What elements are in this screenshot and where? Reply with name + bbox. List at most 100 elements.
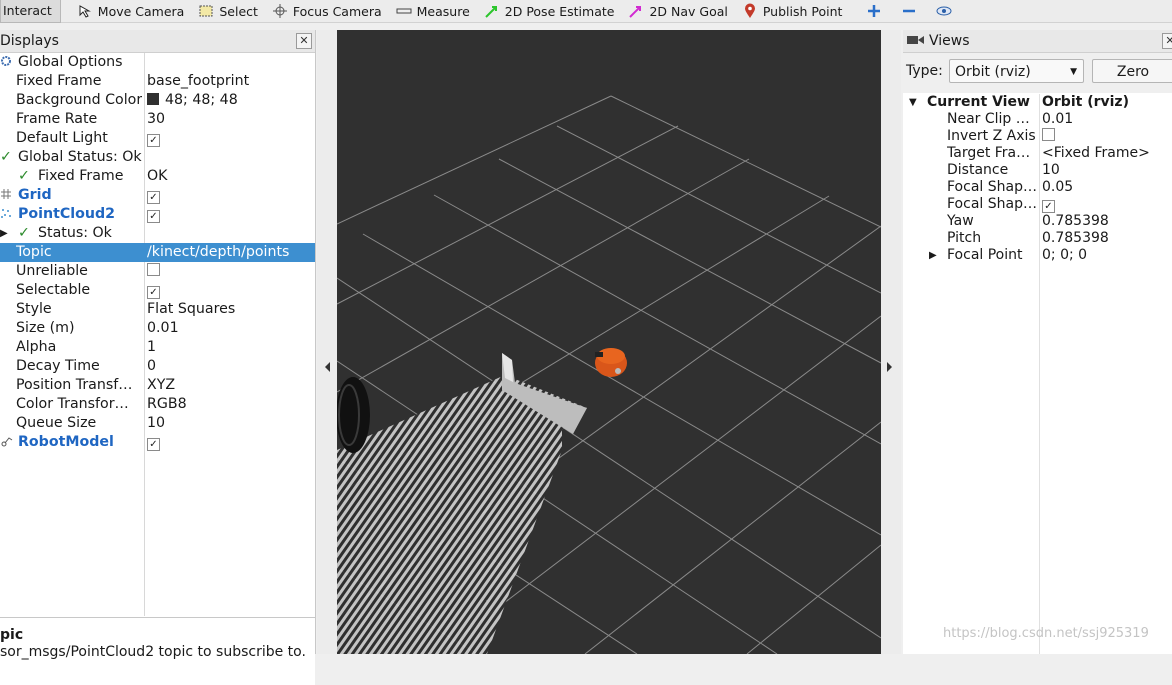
tree-label: Size (m) [16,320,75,336]
topic-value[interactable]: /kinect/depth/points [147,243,289,262]
tree-value[interactable]: 10 [1042,162,1060,179]
tree-value: 48; 48; 48 [165,92,238,108]
add-tool-button[interactable] [860,0,895,22]
view-row-focal-point[interactable]: ▶ Focal Point 0; 0; 0 [903,247,1172,264]
wheel-object [337,377,370,453]
measure-button[interactable]: Measure [390,0,478,22]
view-type-value: Orbit (rviz) [955,64,1031,80]
tree-value[interactable]: 10 [147,414,165,433]
tree-row-unreliable[interactable]: Unreliable [0,262,315,281]
tree-row-robotmodel[interactable]: RobotModel ✓ [0,433,315,452]
tree-row-selectable[interactable]: Selectable ✓ [0,281,315,300]
gear-icon [0,53,12,72]
robotmodel-enable-checkbox[interactable]: ✓ [147,433,160,452]
tree-value[interactable]: XYZ [147,376,175,395]
tree-row-decay-time[interactable]: Decay Time 0 [0,357,315,376]
tree-row-style[interactable]: Style Flat Squares [0,300,315,319]
focal-shape-checkbox[interactable]: ✓ [1042,196,1055,213]
view-row-focal-shape-fixed[interactable]: Focal Shap… ✓ [903,196,1172,213]
tree-value: OK [147,168,168,184]
tree-row-color-transformer[interactable]: Color Transfor… RGB8 [0,395,315,414]
tree-row-global-options[interactable]: Global Options [0,53,315,72]
tree-row-fixed-frame-status[interactable]: ✓ Fixed Frame OK [0,167,315,186]
tree-value[interactable]: 1 [147,338,156,357]
unreliable-checkbox[interactable] [147,262,160,281]
tree-value[interactable]: 0; 0; 0 [1042,247,1087,264]
expand-arrow-icon[interactable]: ▶ [929,247,937,264]
tree-row-default-light[interactable]: Default Light ✓ [0,129,315,148]
tree-value[interactable]: 0 [147,357,156,376]
pose-estimate-label: 2D Pose Estimate [504,3,615,19]
select-button[interactable]: Select [192,0,266,22]
displays-title-bar: Displays ✕ [0,30,315,53]
tree-row-queue-size[interactable]: Queue Size 10 [0,414,315,433]
grid-enable-checkbox[interactable]: ✓ [147,186,160,205]
watermark: https://blog.csdn.net/ssj925319 [943,626,1149,641]
focus-camera-button[interactable]: Focus Camera [266,0,390,22]
pose-estimate-button[interactable]: 2D Pose Estimate [478,0,623,22]
tree-value[interactable]: 0.785398 [1042,213,1109,230]
view-row-target-frame[interactable]: Target Fra… <Fixed Frame> [903,145,1172,162]
tree-row-alpha[interactable]: Alpha 1 [0,338,315,357]
tree-row-grid[interactable]: Grid ✓ [0,186,315,205]
tool-properties-button[interactable] [930,0,965,22]
left-splitter[interactable] [317,30,337,654]
view-row-focal-shape-size[interactable]: Focal Shap… 0.05 [903,179,1172,196]
default-light-checkbox[interactable]: ✓ [147,129,160,148]
interact-button[interactable]: Interact [0,0,61,23]
right-splitter[interactable] [881,30,901,654]
zero-button[interactable]: Zero [1092,59,1172,83]
view-row-pitch[interactable]: Pitch 0.785398 [903,230,1172,247]
tree-label: Global Options [18,54,123,70]
move-camera-button[interactable]: Move Camera [71,0,193,22]
displays-title: Displays [0,33,59,49]
selectable-checkbox[interactable]: ✓ [147,281,160,300]
minus-icon [901,3,917,19]
tree-row-pointcloud2[interactable]: PointCloud2 ✓ [0,205,315,224]
pointcloud2-enable-checkbox[interactable]: ✓ [147,205,160,224]
nav-goal-button[interactable]: 2D Nav Goal [622,0,735,22]
tree-row-size[interactable]: Size (m) 0.01 [0,319,315,338]
render-viewport[interactable] [337,30,881,654]
displays-close-icon[interactable]: ✕ [296,33,312,49]
view-row-yaw[interactable]: Yaw 0.785398 [903,213,1172,230]
remove-tool-button[interactable] [895,0,930,22]
view-row-current-view[interactable]: ▼ Current View Orbit (rviz) [903,94,1172,111]
tree-row-global-status[interactable]: ✓ Global Status: Ok [0,148,315,167]
tree-value[interactable]: Flat Squares [147,300,235,319]
tree-value[interactable]: 0.05 [1042,179,1073,196]
invert-z-checkbox[interactable] [1042,128,1055,145]
collapse-left-icon[interactable] [317,30,337,654]
tree-value[interactable]: base_footprint [147,72,249,91]
measure-icon [396,3,412,19]
tree-row-frame-rate[interactable]: Frame Rate 30 [0,110,315,129]
publish-point-button[interactable]: Publish Point [736,0,851,22]
tree-row-fixed-frame[interactable]: Fixed Frame base_footprint [0,72,315,91]
tree-value[interactable]: 0.01 [147,319,179,338]
views-close-icon[interactable]: ✕ [1162,33,1172,49]
collapse-right-icon[interactable] [881,30,901,654]
view-type-select[interactable]: Orbit (rviz) ▼ [949,59,1084,83]
view-row-distance[interactable]: Distance 10 [903,162,1172,179]
pose-estimate-icon [484,3,500,19]
expand-arrow-icon[interactable]: ▶ [0,224,8,243]
description-title: pic [0,627,24,643]
expand-arrow-icon[interactable]: ▼ [909,94,917,111]
color-value[interactable]: 48; 48; 48 [147,91,238,110]
tree-value[interactable]: 0.785398 [1042,230,1109,247]
tree-row-position-transformer[interactable]: Position Transf… XYZ [0,376,315,395]
view-row-invert-z[interactable]: Invert Z Axis [903,128,1172,145]
tree-row-background-color[interactable]: Background Color 48; 48; 48 [0,91,315,110]
scene-canvas[interactable] [337,30,881,654]
tree-value[interactable]: RGB8 [147,395,187,414]
tree-label: Pitch [947,230,982,246]
tree-row-topic[interactable]: Topic /kinect/depth/points [0,243,315,262]
tree-value[interactable]: <Fixed Frame> [1042,145,1150,162]
select-label: Select [219,3,258,19]
tree-label: Yaw [947,213,974,229]
tree-value[interactable]: 30 [147,110,165,129]
view-row-near-clip[interactable]: Near Clip … 0.01 [903,111,1172,128]
tree-value[interactable]: 0.01 [1042,111,1073,128]
tree-label: Status: Ok [38,225,112,241]
tree-row-status[interactable]: ▶ ✓ Status: Ok [0,224,315,243]
